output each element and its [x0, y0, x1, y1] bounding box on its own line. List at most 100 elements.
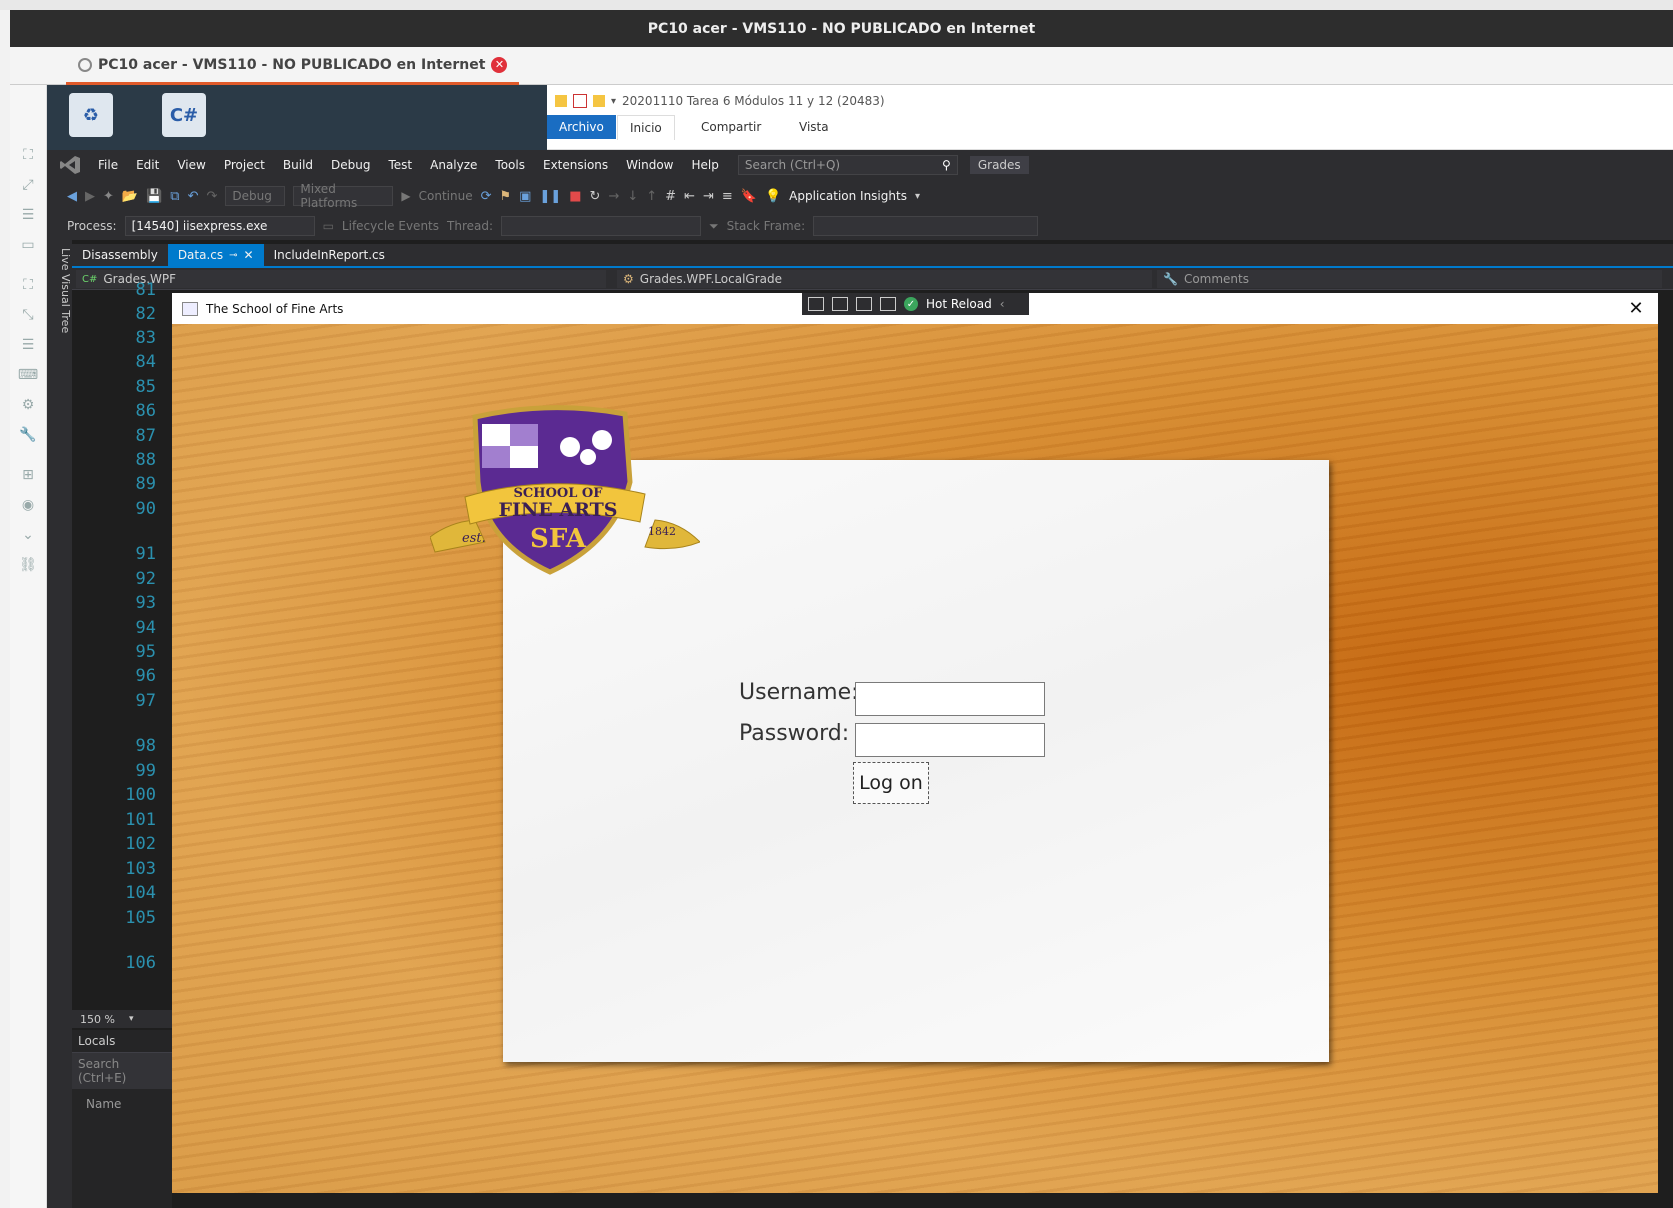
menu-debug[interactable]: Debug	[322, 158, 379, 172]
ribbon-tab-compartir[interactable]: Compartir	[689, 115, 773, 139]
hot-reload-status[interactable]: Hot Reload	[926, 297, 992, 311]
hex-icon[interactable]: #	[665, 189, 676, 204]
open-folder-icon[interactable]: 📂	[122, 189, 138, 204]
bookmark-icon[interactable]: 🔖	[741, 189, 757, 204]
config-select[interactable]: Debug	[225, 186, 286, 206]
collapse-icon[interactable]: ‹	[1000, 297, 1005, 311]
resize-icon[interactable]: ⤡	[18, 305, 38, 325]
undo-icon[interactable]: ↶	[188, 189, 199, 204]
forward-icon[interactable]: ▶	[85, 189, 95, 204]
wrench-icon[interactable]: 🔧	[18, 425, 38, 445]
tab-disassembly[interactable]: Disassembly	[72, 244, 168, 266]
close-icon[interactable]: ✕	[491, 56, 508, 73]
comment-icon[interactable]: ≡	[722, 189, 733, 204]
lifecycle-events-select[interactable]: Lifecycle Events	[342, 219, 439, 233]
step-out-icon[interactable]: ↑	[646, 189, 657, 204]
browser-link-icon[interactable]: ⚑	[500, 189, 512, 204]
dropdown-icon[interactable]: ▾	[611, 96, 616, 107]
menu-icon[interactable]: ☰	[18, 205, 38, 225]
application-insights-button[interactable]: Application Insights	[789, 189, 907, 203]
go-to-live-visual-tree-icon[interactable]	[808, 297, 824, 311]
live-visual-tree-tab[interactable]: Live Visual Tree	[47, 240, 72, 1208]
link-icon[interactable]: ⛓	[18, 555, 38, 575]
platform-select[interactable]: Mixed Platforms	[293, 182, 394, 210]
filter-icon[interactable]: ⏷	[709, 219, 719, 234]
process-select[interactable]: [14540] iisexpress.exe	[124, 216, 315, 236]
type-select[interactable]: ⚙ Grades.WPF.LocalGrade	[617, 270, 1152, 288]
remote-desktop: ♻ C#	[47, 85, 547, 150]
ribbon-tab-inicio[interactable]: Inicio	[617, 115, 675, 140]
menu-tools[interactable]: Tools	[486, 158, 534, 172]
outdent-icon[interactable]: ⇥	[703, 189, 714, 204]
menu-extensions[interactable]: Extensions	[534, 158, 617, 172]
menu-window[interactable]: Window	[617, 158, 682, 172]
password-label: Password:	[739, 721, 850, 746]
rdp-titlebar: PC10 acer - VMS110 - NO PUBLICADO en Int…	[10, 10, 1673, 47]
csharp-project-icon: C#	[82, 273, 98, 285]
redo-icon[interactable]: ↷	[206, 189, 217, 204]
save-icon[interactable]: 💾	[146, 189, 162, 204]
rdp-tab[interactable]: PC10 acer - VMS110 - NO PUBLICADO en Int…	[66, 47, 520, 85]
save-all-icon[interactable]: ⧉	[170, 189, 179, 204]
visual-studio-logo-icon	[57, 155, 83, 175]
pin-icon[interactable]: ⊸	[229, 250, 237, 261]
line-number: 91	[135, 544, 156, 564]
menu-test[interactable]: Test	[379, 158, 421, 172]
refresh-icon[interactable]: ⟳	[481, 189, 492, 204]
add-window-icon[interactable]: ⊞	[18, 465, 38, 485]
close-icon[interactable]: ✕	[1626, 298, 1646, 319]
menu-icon[interactable]: ☰	[18, 335, 38, 355]
ribbon-tab-archivo[interactable]: Archivo	[547, 115, 616, 139]
chevron-down-icon[interactable]: ▾	[915, 191, 920, 202]
recycle-bin-icon[interactable]: ♻	[69, 93, 113, 137]
back-icon[interactable]: ◀	[67, 189, 77, 204]
chevron-down-icon[interactable]: ⌄	[18, 525, 38, 545]
menu-view[interactable]: View	[168, 158, 214, 172]
continue-icon[interactable]: ▶	[401, 189, 410, 203]
window-icon[interactable]: ▭	[18, 235, 38, 255]
menu-help[interactable]: Help	[682, 158, 727, 172]
track-focused-element-icon[interactable]	[880, 297, 896, 311]
tab-include-in-report-cs[interactable]: IncludeInReport.cs	[264, 244, 395, 266]
select-icon[interactable]: ⛶	[18, 145, 38, 165]
properties-icon[interactable]	[573, 94, 587, 108]
menu-build[interactable]: Build	[274, 158, 322, 172]
tab-data-cs[interactable]: Data.cs ⊸ ✕	[167, 244, 264, 266]
stack-frame-select[interactable]	[813, 216, 1039, 236]
thread-select[interactable]	[501, 216, 702, 236]
code-navigation-bar: C# Grades.WPF ⚙ Grades.WPF.LocalGrade 🔧 …	[72, 268, 1673, 290]
gear-icon[interactable]: ⚙	[18, 395, 38, 415]
log-on-button[interactable]: Log on	[853, 762, 929, 804]
select-icon[interactable]: ⛶	[18, 275, 38, 295]
vs-search-input[interactable]: Search (Ctrl+Q) ⚲	[737, 155, 958, 175]
menu-project[interactable]: Project	[215, 158, 274, 172]
indent-icon[interactable]: ⇤	[684, 189, 695, 204]
restart-icon[interactable]: ↻	[590, 189, 601, 204]
xaml-toolbar: ✓ Hot Reload ‹	[802, 293, 1029, 315]
menu-analyze[interactable]: Analyze	[421, 158, 486, 172]
username-input[interactable]	[855, 682, 1045, 716]
zoom-select[interactable]: 150 % ▾	[72, 1010, 172, 1028]
camera-icon[interactable]: ◉	[18, 495, 38, 515]
menu-edit[interactable]: Edit	[127, 158, 168, 172]
display-layout-adorners-icon[interactable]	[856, 297, 872, 311]
locals-search-input[interactable]: Search (Ctrl+E)	[72, 1053, 172, 1089]
select-element-icon[interactable]	[832, 297, 848, 311]
menu-file[interactable]: File	[89, 158, 127, 172]
password-input[interactable]	[855, 723, 1045, 757]
screenshot-icon[interactable]: ▣	[519, 189, 531, 204]
step-over-icon[interactable]: →	[608, 189, 619, 204]
ribbon-tab-vista[interactable]: Vista	[787, 115, 841, 139]
stop-icon[interactable]: ■	[569, 189, 581, 204]
pause-icon[interactable]: ❚❚	[539, 189, 561, 204]
keyboard-icon[interactable]: ⌨	[18, 365, 38, 385]
line-number: 81	[135, 280, 156, 300]
member-select[interactable]: 🔧 Comments	[1157, 270, 1662, 288]
vs-menubar: File Edit View Project Build Debug Test …	[47, 150, 1673, 180]
csharp-file-icon[interactable]: C#	[162, 93, 206, 137]
continue-button[interactable]: Continue	[419, 189, 473, 203]
new-item-icon[interactable]: ✦	[103, 189, 114, 204]
fullscreen-icon[interactable]: ⤢	[18, 175, 38, 195]
close-icon[interactable]: ✕	[244, 248, 254, 262]
step-into-icon[interactable]: ↓	[627, 189, 638, 204]
